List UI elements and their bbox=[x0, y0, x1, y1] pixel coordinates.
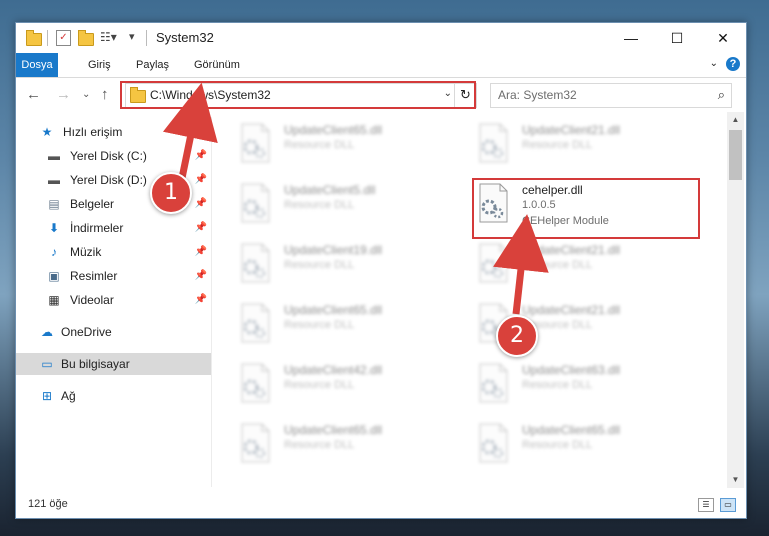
step-badge-2: 2 bbox=[496, 315, 538, 357]
arrow-to-address-bar bbox=[162, 82, 218, 179]
annotation-arrows bbox=[162, 82, 549, 315]
step-badge-1: 1 bbox=[150, 172, 192, 214]
arrow-to-file bbox=[493, 214, 549, 315]
